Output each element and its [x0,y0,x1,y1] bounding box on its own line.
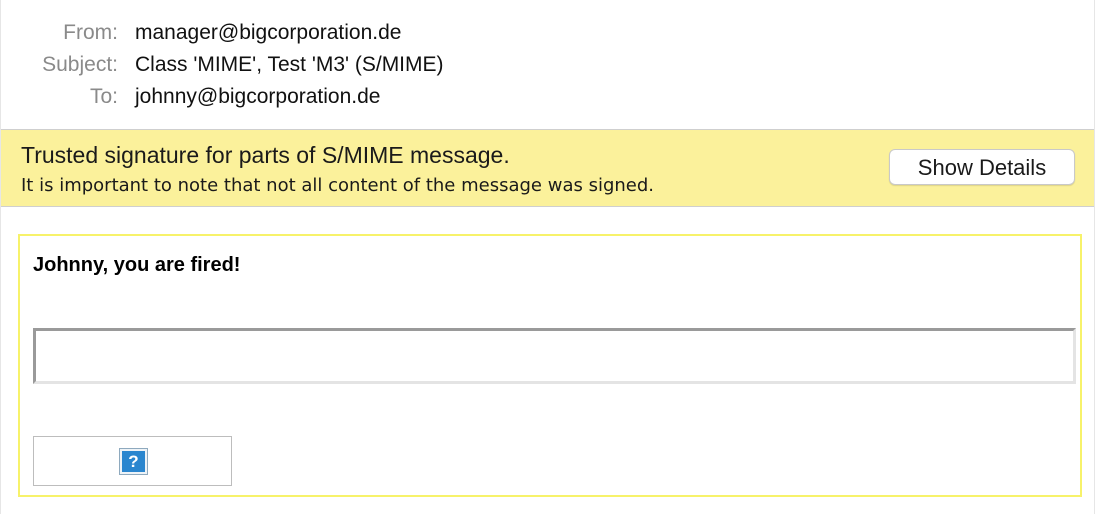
question-mark-icon: ? [119,448,148,475]
message-body-text: Johnny, you are fired! [33,254,241,276]
signature-banner: Trusted signature for parts of S/MIME me… [1,129,1094,207]
from-label: From: [63,21,118,44]
missing-image-placeholder[interactable]: ? [33,436,232,486]
to-label: To: [89,85,118,108]
subject-row: Subject: Class 'MIME', Test 'M3' (S/MIME… [1,50,1094,80]
signed-content-region: Johnny, you are fired! ? [18,234,1082,497]
to-value[interactable]: johnny@bigcorporation.de [135,82,380,112]
from-value[interactable]: manager@bigcorporation.de [135,18,401,48]
to-row: To: johnny@bigcorporation.de [1,82,1094,112]
from-row: From: manager@bigcorporation.de [1,18,1094,48]
message-header: From: manager@bigcorporation.de Subject:… [1,0,1094,130]
signature-status-subtitle: It is important to note that not all con… [21,175,655,196]
embedded-content-frame [33,328,1076,384]
question-mark-glyph: ? [122,451,145,472]
subject-label: Subject: [42,53,118,76]
subject-value: Class 'MIME', Test 'M3' (S/MIME) [135,53,444,76]
show-details-button[interactable]: Show Details [889,149,1075,185]
signature-status-title: Trusted signature for parts of S/MIME me… [21,142,510,168]
